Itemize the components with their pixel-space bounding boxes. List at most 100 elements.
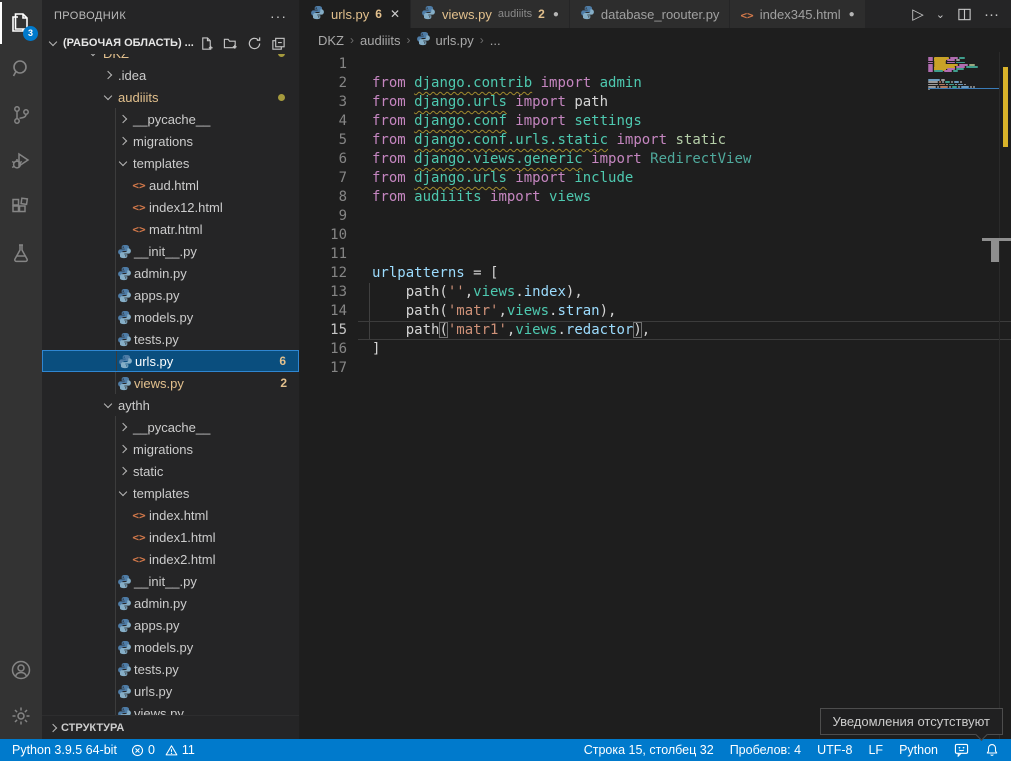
- tree-item--pycache-[interactable]: __pycache__: [42, 416, 299, 438]
- cursor-position-status[interactable]: Строка 15, столбец 32: [584, 743, 714, 757]
- tree-item-aythh[interactable]: aythh: [42, 394, 299, 416]
- bell-icon[interactable]: [985, 743, 999, 757]
- sidebar-more-icon[interactable]: ···: [270, 8, 287, 24]
- tree-item-admin-py[interactable]: admin.py: [42, 262, 299, 284]
- code-line-7[interactable]: 7from django.urls import include: [300, 169, 1011, 188]
- run-dropdown-icon[interactable]: ⌄: [936, 8, 945, 21]
- language-mode-status[interactable]: Python: [899, 743, 938, 757]
- tree-item-tests-py[interactable]: tests.py: [42, 328, 299, 350]
- tree-item-apps-py[interactable]: apps.py: [42, 284, 299, 306]
- code-line-11[interactable]: 11: [300, 245, 1011, 264]
- breadcrumb-item-urls-py[interactable]: urls.py: [416, 31, 473, 49]
- tree-item-index12-html[interactable]: <>index12.html: [42, 196, 299, 218]
- activity-item-source-control[interactable]: [0, 92, 42, 138]
- code-line-16[interactable]: 16]: [300, 340, 1011, 359]
- chevron-right-icon: [49, 723, 57, 731]
- tree-item-audiiits[interactable]: audiiits: [42, 86, 299, 108]
- split-editor-icon[interactable]: [957, 7, 972, 22]
- tree-item-models-py[interactable]: models.py: [42, 636, 299, 658]
- activity-item-testing[interactable]: [0, 230, 42, 276]
- run-icon[interactable]: ▷: [912, 5, 924, 23]
- tree-item--pycache-[interactable]: __pycache__: [42, 108, 299, 130]
- code-line-6[interactable]: 6from django.views.generic import Redire…: [300, 150, 1011, 169]
- tree-item-models-py[interactable]: models.py: [42, 306, 299, 328]
- eol-status[interactable]: LF: [868, 743, 883, 757]
- code-line-14[interactable]: 14 path('matr',views.stran),: [300, 302, 1011, 321]
- activity-item-search[interactable]: [0, 46, 42, 92]
- workspace-section-header[interactable]: (РАБОЧАЯ ОБЛАСТЬ) ...: [42, 32, 299, 54]
- code-text: urlpatterns = [: [347, 264, 498, 283]
- tree-item--idea[interactable]: .idea: [42, 64, 299, 86]
- feedback-icon[interactable]: [954, 743, 969, 757]
- tree-item--init-py[interactable]: __init__.py: [42, 570, 299, 592]
- tab-views-py[interactable]: views.pyaudiiits2●: [411, 0, 570, 28]
- tree-item-label: index.html: [149, 508, 208, 523]
- collapse-all-icon[interactable]: [269, 34, 287, 52]
- html-file-icon: <>: [131, 529, 147, 545]
- extensions-icon: [9, 195, 33, 219]
- line-number: 2: [300, 74, 347, 93]
- tree-item-matr-html[interactable]: <>matr.html: [42, 218, 299, 240]
- tree-item-tests-py[interactable]: tests.py: [42, 658, 299, 680]
- code-line-5[interactable]: 5from django.conf.urls.static import sta…: [300, 131, 1011, 150]
- activity-item-account[interactable]: [0, 647, 42, 693]
- tab-urls-py[interactable]: urls.py6✕: [300, 0, 411, 28]
- tree-item-index-html[interactable]: <>index.html: [42, 504, 299, 526]
- tree-item-index1-html[interactable]: <>index1.html: [42, 526, 299, 548]
- code-line-12[interactable]: 12urlpatterns = [: [300, 264, 1011, 283]
- tree-item-templates[interactable]: templates: [42, 152, 299, 174]
- overview-ruler[interactable]: [999, 52, 1011, 739]
- tree-item-apps-py[interactable]: apps.py: [42, 614, 299, 636]
- refresh-icon[interactable]: [245, 34, 263, 52]
- code-line-8[interactable]: 8from audiiits import views: [300, 188, 1011, 207]
- code-line-2[interactable]: 2from django.contrib import admin: [300, 74, 1011, 93]
- problems-badge: 2: [280, 376, 287, 390]
- tree-item-migrations[interactable]: migrations: [42, 438, 299, 460]
- tree-item--init-py[interactable]: __init__.py: [42, 240, 299, 262]
- tree-item-migrations[interactable]: migrations: [42, 130, 299, 152]
- more-actions-icon[interactable]: ···: [984, 6, 999, 23]
- code-line-17[interactable]: 17: [300, 359, 1011, 378]
- activity-item-run-debug[interactable]: [0, 138, 42, 184]
- python-interpreter-status[interactable]: Python 3.9.5 64-bit: [12, 743, 117, 757]
- new-folder-icon[interactable]: [221, 34, 239, 52]
- code-line-1[interactable]: 1: [300, 55, 1011, 74]
- breadcrumb-item-dkz[interactable]: DKZ: [318, 33, 344, 48]
- code-line-10[interactable]: 10: [300, 226, 1011, 245]
- code-editor[interactable]: 12from django.contrib import admin3from …: [300, 52, 1011, 739]
- tree-item-dkz[interactable]: DKZ: [42, 54, 299, 64]
- indentation-status[interactable]: Пробелов: 4: [730, 743, 801, 757]
- outline-section-header[interactable]: СТРУКТУРА: [42, 715, 299, 739]
- problems-status[interactable]: 0 11: [131, 743, 195, 757]
- close-icon[interactable]: ✕: [390, 7, 400, 21]
- minimap[interactable]: [928, 52, 1000, 739]
- activity-bar: 3: [0, 0, 42, 739]
- new-file-icon[interactable]: [197, 34, 215, 52]
- workspace-actions: [197, 34, 295, 52]
- encoding-status[interactable]: UTF-8: [817, 743, 852, 757]
- code-line-9[interactable]: 9: [300, 207, 1011, 226]
- tree-item-index2-html[interactable]: <>index2.html: [42, 548, 299, 570]
- code-line-13[interactable]: 13 path('',views.index),: [300, 283, 1011, 302]
- tree-item-admin-py[interactable]: admin.py: [42, 592, 299, 614]
- tree-item-aud-html[interactable]: <>aud.html: [42, 174, 299, 196]
- tab-database-roouter-py[interactable]: database_roouter.py: [570, 0, 731, 28]
- tree-item-static[interactable]: static: [42, 460, 299, 482]
- code-line-4[interactable]: 4from django.conf import settings: [300, 112, 1011, 131]
- tree-item-urls-py[interactable]: urls.py6: [42, 350, 299, 372]
- breadcrumb-item--[interactable]: ...: [490, 33, 501, 48]
- tree-item-templates[interactable]: templates: [42, 482, 299, 504]
- tree-item-views-py[interactable]: views.py: [42, 702, 299, 716]
- activity-item-extensions[interactable]: [0, 184, 42, 230]
- tree-item-urls-py[interactable]: urls.py: [42, 680, 299, 702]
- activity-item-settings-gear[interactable]: [0, 693, 42, 739]
- activity-item-explorer[interactable]: 3: [0, 0, 42, 46]
- tree-item-views-py[interactable]: views.py2: [42, 372, 299, 394]
- tree-item-label: admin.py: [134, 596, 187, 611]
- code-line-15[interactable]: 15 path('matr1',views.redactor),: [300, 321, 1011, 340]
- scrollbar-handle[interactable]: [991, 241, 999, 262]
- tab-index345-html[interactable]: <>index345.html●: [730, 0, 865, 28]
- code-line-3[interactable]: 3from django.urls import path: [300, 93, 1011, 112]
- line-number: 4: [300, 112, 347, 131]
- breadcrumb-item-audiiits[interactable]: audiiits: [360, 33, 400, 48]
